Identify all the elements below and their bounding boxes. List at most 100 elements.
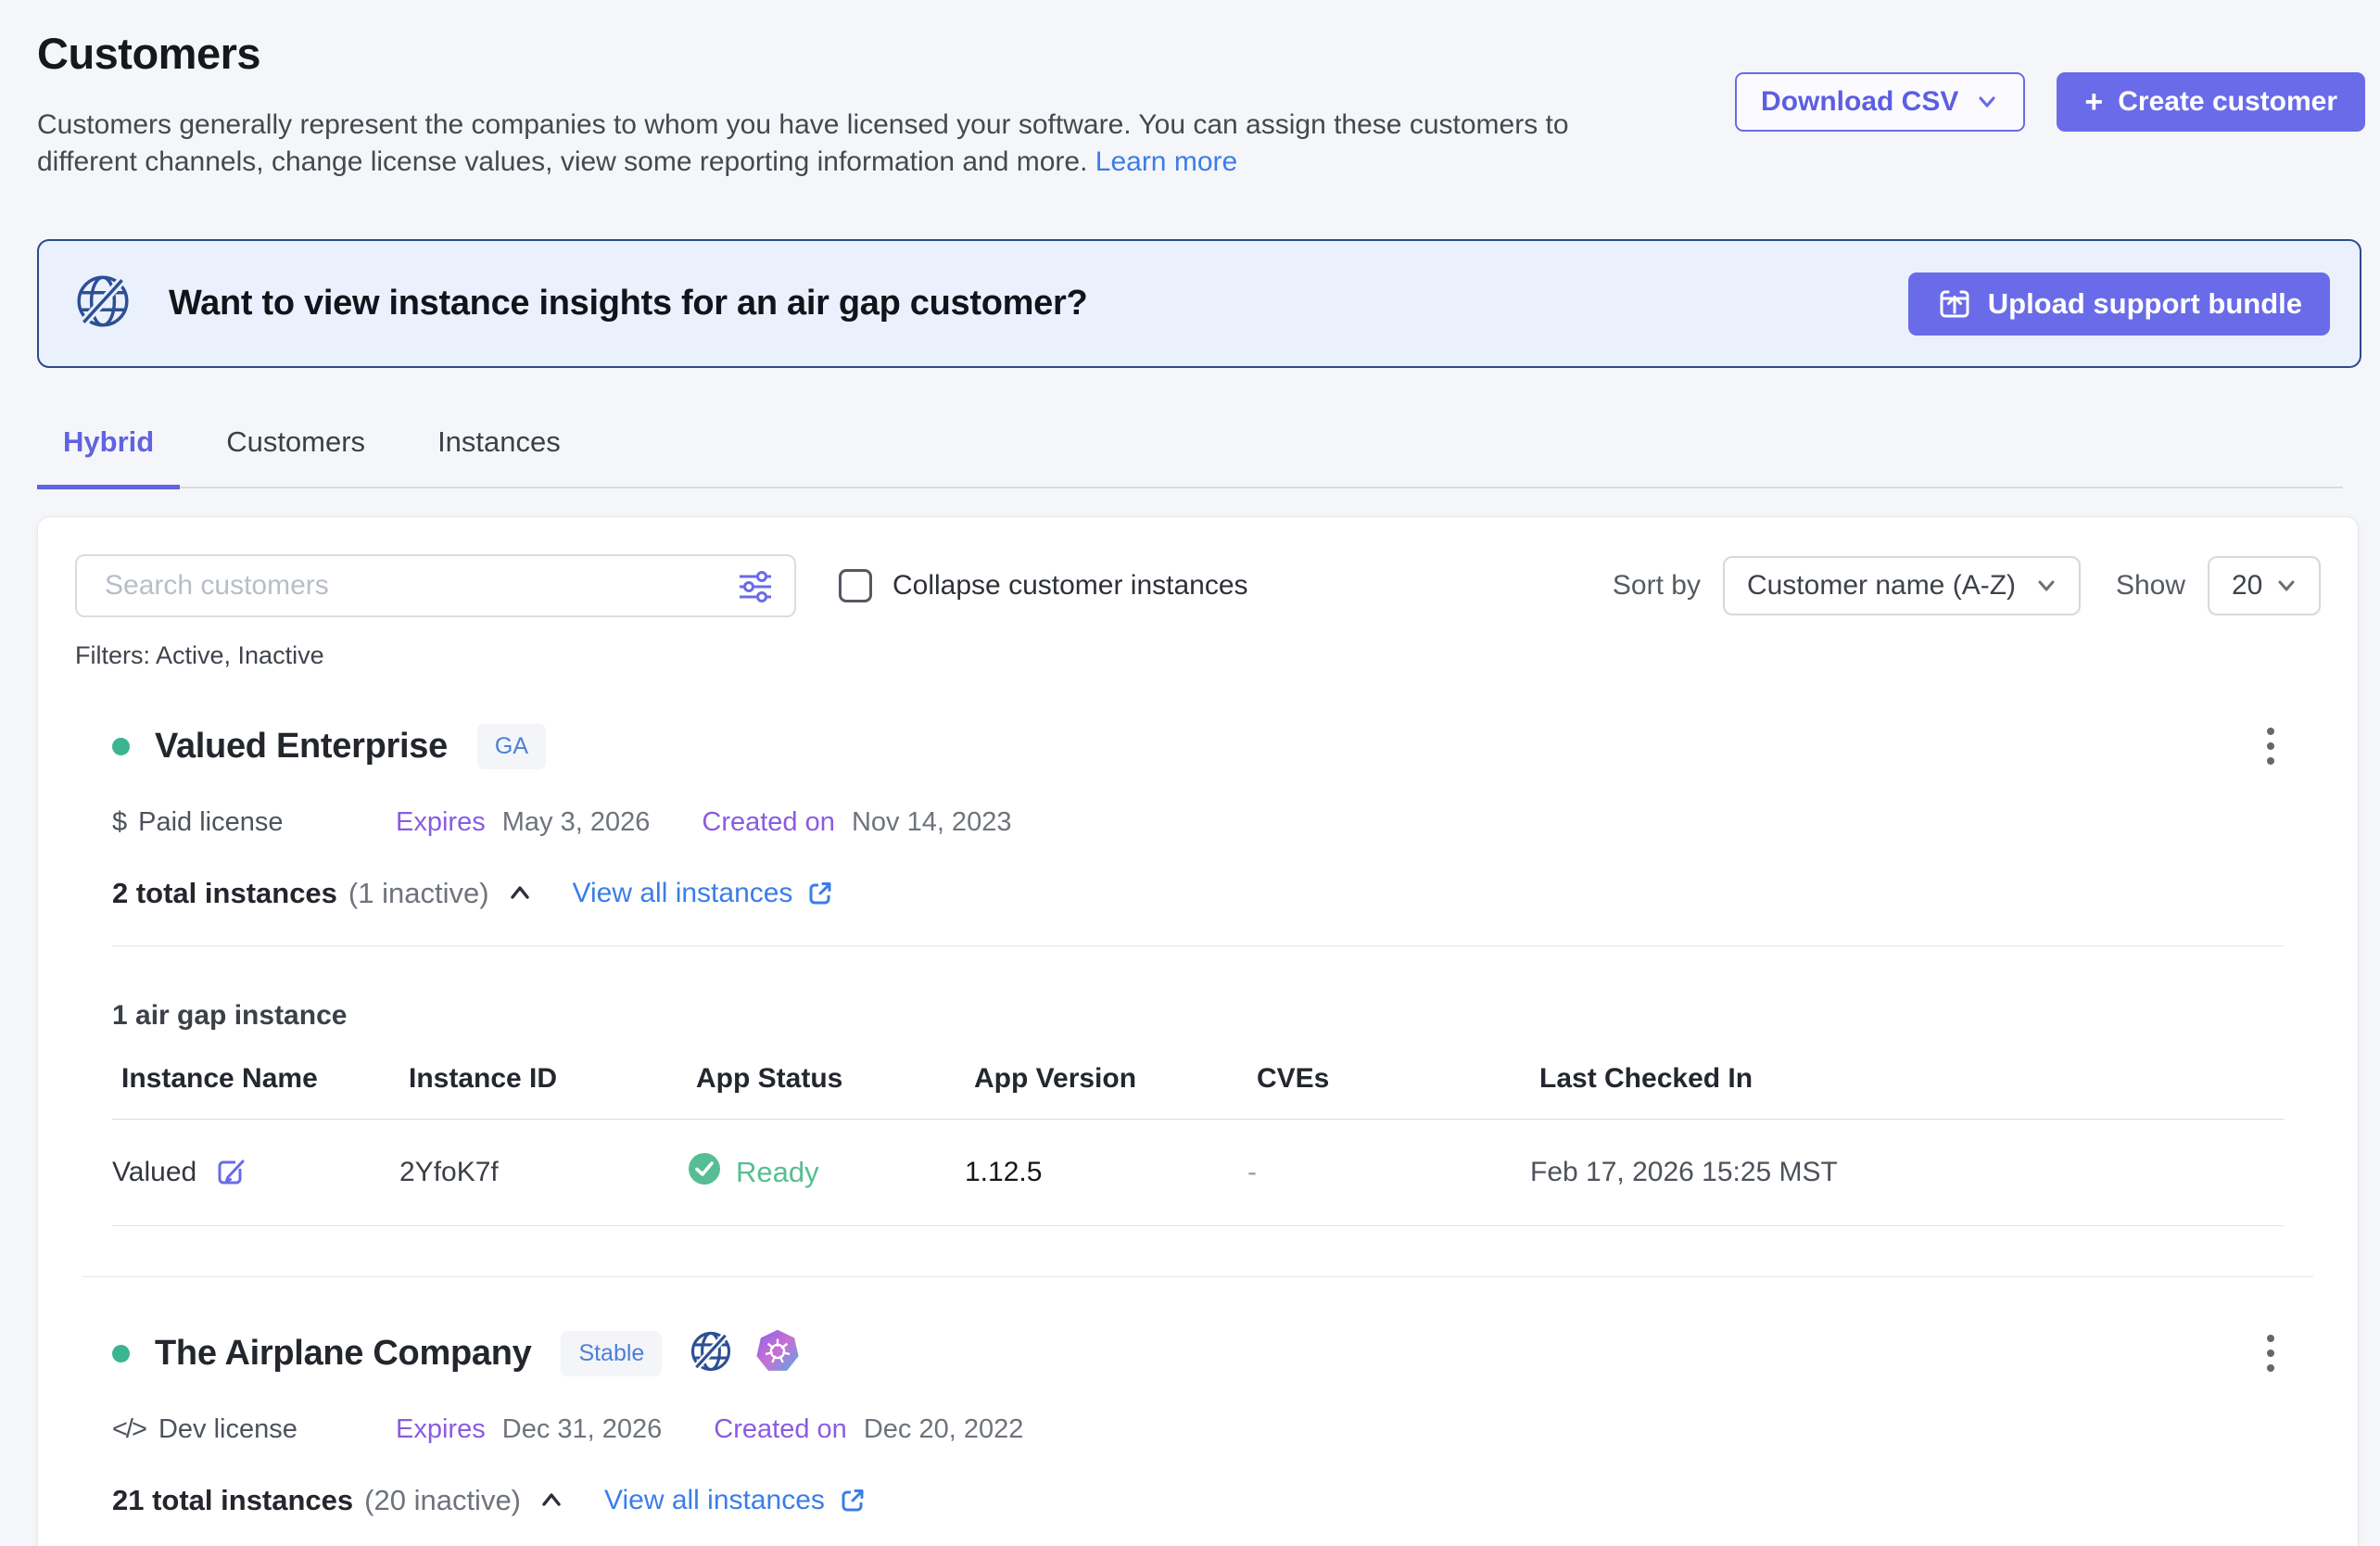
instance-id: 2YfoK7f <box>399 1157 687 1188</box>
instance-row: Valued 2YfoK7f <box>112 1120 2284 1226</box>
license-type: $ Paid license <box>112 807 396 838</box>
divider <box>112 945 2284 946</box>
view-all-instances-label: View all instances <box>604 1485 825 1516</box>
instance-totals-row: 2 total instances (1 inactive) View all … <box>112 877 2284 910</box>
upload-support-bundle-button[interactable]: Upload support bundle <box>1908 272 2330 336</box>
tab-instances[interactable]: Instances <box>411 411 587 487</box>
expires-value: Dec 31, 2026 <box>502 1414 663 1444</box>
airgap-banner: Want to view instance insights for an ai… <box>37 239 2361 368</box>
col-app-version: App Version <box>974 1063 1257 1095</box>
instance-name: Valued <box>112 1157 196 1188</box>
search-input[interactable] <box>75 554 796 617</box>
collapse-chevron-up-icon[interactable] <box>506 880 534 907</box>
created-value: Nov 14, 2023 <box>852 807 1012 837</box>
active-status-dot <box>112 1345 130 1362</box>
expires-date: Expires May 3, 2026 <box>396 807 650 838</box>
instance-table: Instance Name Instance ID App Status App… <box>112 1063 2284 1226</box>
app-version: 1.12.5 <box>965 1157 1247 1188</box>
view-all-instances-label: View all instances <box>573 878 793 909</box>
page-description-text: Customers generally represent the compan… <box>37 109 1569 177</box>
filters-note: Filters: Active, Inactive <box>75 641 2321 670</box>
active-status-dot <box>112 738 130 755</box>
customer-section-valued-enterprise: Valued Enterprise GA $ Paid license Expi… <box>75 718 2321 1226</box>
license-type-label: Dev license <box>158 1414 298 1445</box>
edit-instance-icon[interactable] <box>213 1154 250 1191</box>
page-header: Customers Customers generally represent … <box>0 0 2380 180</box>
customer-name[interactable]: Valued Enterprise <box>155 727 448 767</box>
expires-value: May 3, 2026 <box>502 807 651 837</box>
show-select[interactable]: 20 <box>2208 556 2321 615</box>
col-app-status: App Status <box>696 1063 974 1095</box>
created-date: Created on Nov 14, 2023 <box>702 807 1011 838</box>
collapse-instances-label: Collapse customer instances <box>892 570 1248 602</box>
search-wrap <box>75 554 796 617</box>
collapse-chevron-up-icon[interactable] <box>538 1487 565 1514</box>
customer-capability-icons <box>688 1328 801 1379</box>
customers-panel: Collapse customer instances Sort by Cust… <box>37 516 2359 1546</box>
col-cves: CVEs <box>1257 1063 1539 1095</box>
customer-actions-menu-icon[interactable] <box>2258 1325 2284 1381</box>
airgap-globe-icon <box>72 271 133 336</box>
last-checked-in: Feb 17, 2026 15:25 MST <box>1530 1157 2284 1188</box>
toolbar-right: Sort by Customer name (A-Z) Show 20 <box>1613 556 2321 615</box>
download-csv-button[interactable]: Download CSV <box>1735 72 2025 132</box>
customer-header: Valued Enterprise GA <box>112 718 2284 774</box>
filter-sliders-icon[interactable] <box>735 566 776 612</box>
app-status: Ready <box>687 1151 965 1194</box>
col-last-checked-in: Last Checked In <box>1539 1063 2284 1095</box>
sort-by-label: Sort by <box>1613 570 1701 602</box>
cves-value: - <box>1247 1157 1530 1188</box>
show-label: Show <box>2116 570 2185 602</box>
sort-by-select[interactable]: Customer name (A-Z) <box>1723 556 2081 615</box>
customer-name[interactable]: The Airplane Company <box>155 1334 531 1374</box>
external-link-icon <box>838 1486 867 1515</box>
channel-badge: Stable <box>561 1331 662 1376</box>
view-all-instances-link[interactable]: View all instances <box>604 1485 867 1516</box>
page-description: Customers generally represent the compan… <box>37 107 1673 180</box>
total-instances: 21 total instances <box>112 1484 353 1517</box>
tab-hybrid[interactable]: Hybrid <box>37 411 180 487</box>
show-value: 20 <box>2232 570 2262 602</box>
create-customer-button[interactable]: + Create customer <box>2057 72 2365 132</box>
customer-meta-row: </> Dev license Expires Dec 31, 2026 Cre… <box>112 1414 2284 1445</box>
dev-license-icon: </> <box>112 1414 146 1445</box>
toolbar: Collapse customer instances Sort by Cust… <box>75 554 2321 617</box>
expires-label: Expires <box>396 1414 486 1444</box>
customer-section-airplane-company: The Airplane Company Stable <box>75 1325 2321 1546</box>
customer-divider <box>82 1276 2313 1277</box>
collapse-instances-checkbox[interactable] <box>839 569 872 602</box>
created-date: Created on Dec 20, 2022 <box>714 1414 1023 1445</box>
instance-table-header: Instance Name Instance ID App Status App… <box>112 1063 2284 1120</box>
expires-label: Expires <box>396 807 486 837</box>
instance-totals-row: 21 total instances (20 inactive) View al… <box>112 1484 2284 1517</box>
header-actions: Download CSV + Create customer <box>1735 72 2365 132</box>
license-type-label: Paid license <box>138 807 283 838</box>
chevron-down-icon <box>2034 574 2058 598</box>
license-type: </> Dev license <box>112 1414 396 1445</box>
banner-title: Want to view instance insights for an ai… <box>169 284 1087 323</box>
ready-check-icon <box>687 1151 722 1194</box>
inactive-note: (20 inactive) <box>364 1484 521 1517</box>
learn-more-link[interactable]: Learn more <box>1095 146 1237 177</box>
col-instance-id: Instance ID <box>409 1063 696 1095</box>
chevron-down-icon <box>2274 574 2298 598</box>
collapse-instances-checkbox-group[interactable]: Collapse customer instances <box>839 569 1248 602</box>
page-title: Customers <box>37 28 2343 79</box>
tab-customers[interactable]: Customers <box>200 411 391 487</box>
customer-actions-menu-icon[interactable] <box>2258 718 2284 774</box>
paid-license-icon: $ <box>112 807 125 838</box>
inactive-note: (1 inactive) <box>348 877 489 910</box>
airgap-globe-icon <box>688 1328 734 1379</box>
customer-meta-row: $ Paid license Expires May 3, 2026 Creat… <box>112 807 2284 838</box>
download-csv-label: Download CSV <box>1761 86 1958 118</box>
customer-header: The Airplane Company Stable <box>112 1325 2284 1381</box>
upload-icon <box>1936 285 1973 323</box>
view-all-instances-link[interactable]: View all instances <box>573 878 836 909</box>
created-value: Dec 20, 2022 <box>864 1414 1024 1444</box>
chevron-down-icon <box>1975 90 1999 114</box>
created-label: Created on <box>702 807 835 837</box>
app-status-text: Ready <box>736 1156 819 1189</box>
create-customer-label: Create customer <box>2118 86 2337 118</box>
expires-date: Expires Dec 31, 2026 <box>396 1414 662 1445</box>
total-instances: 2 total instances <box>112 877 337 910</box>
